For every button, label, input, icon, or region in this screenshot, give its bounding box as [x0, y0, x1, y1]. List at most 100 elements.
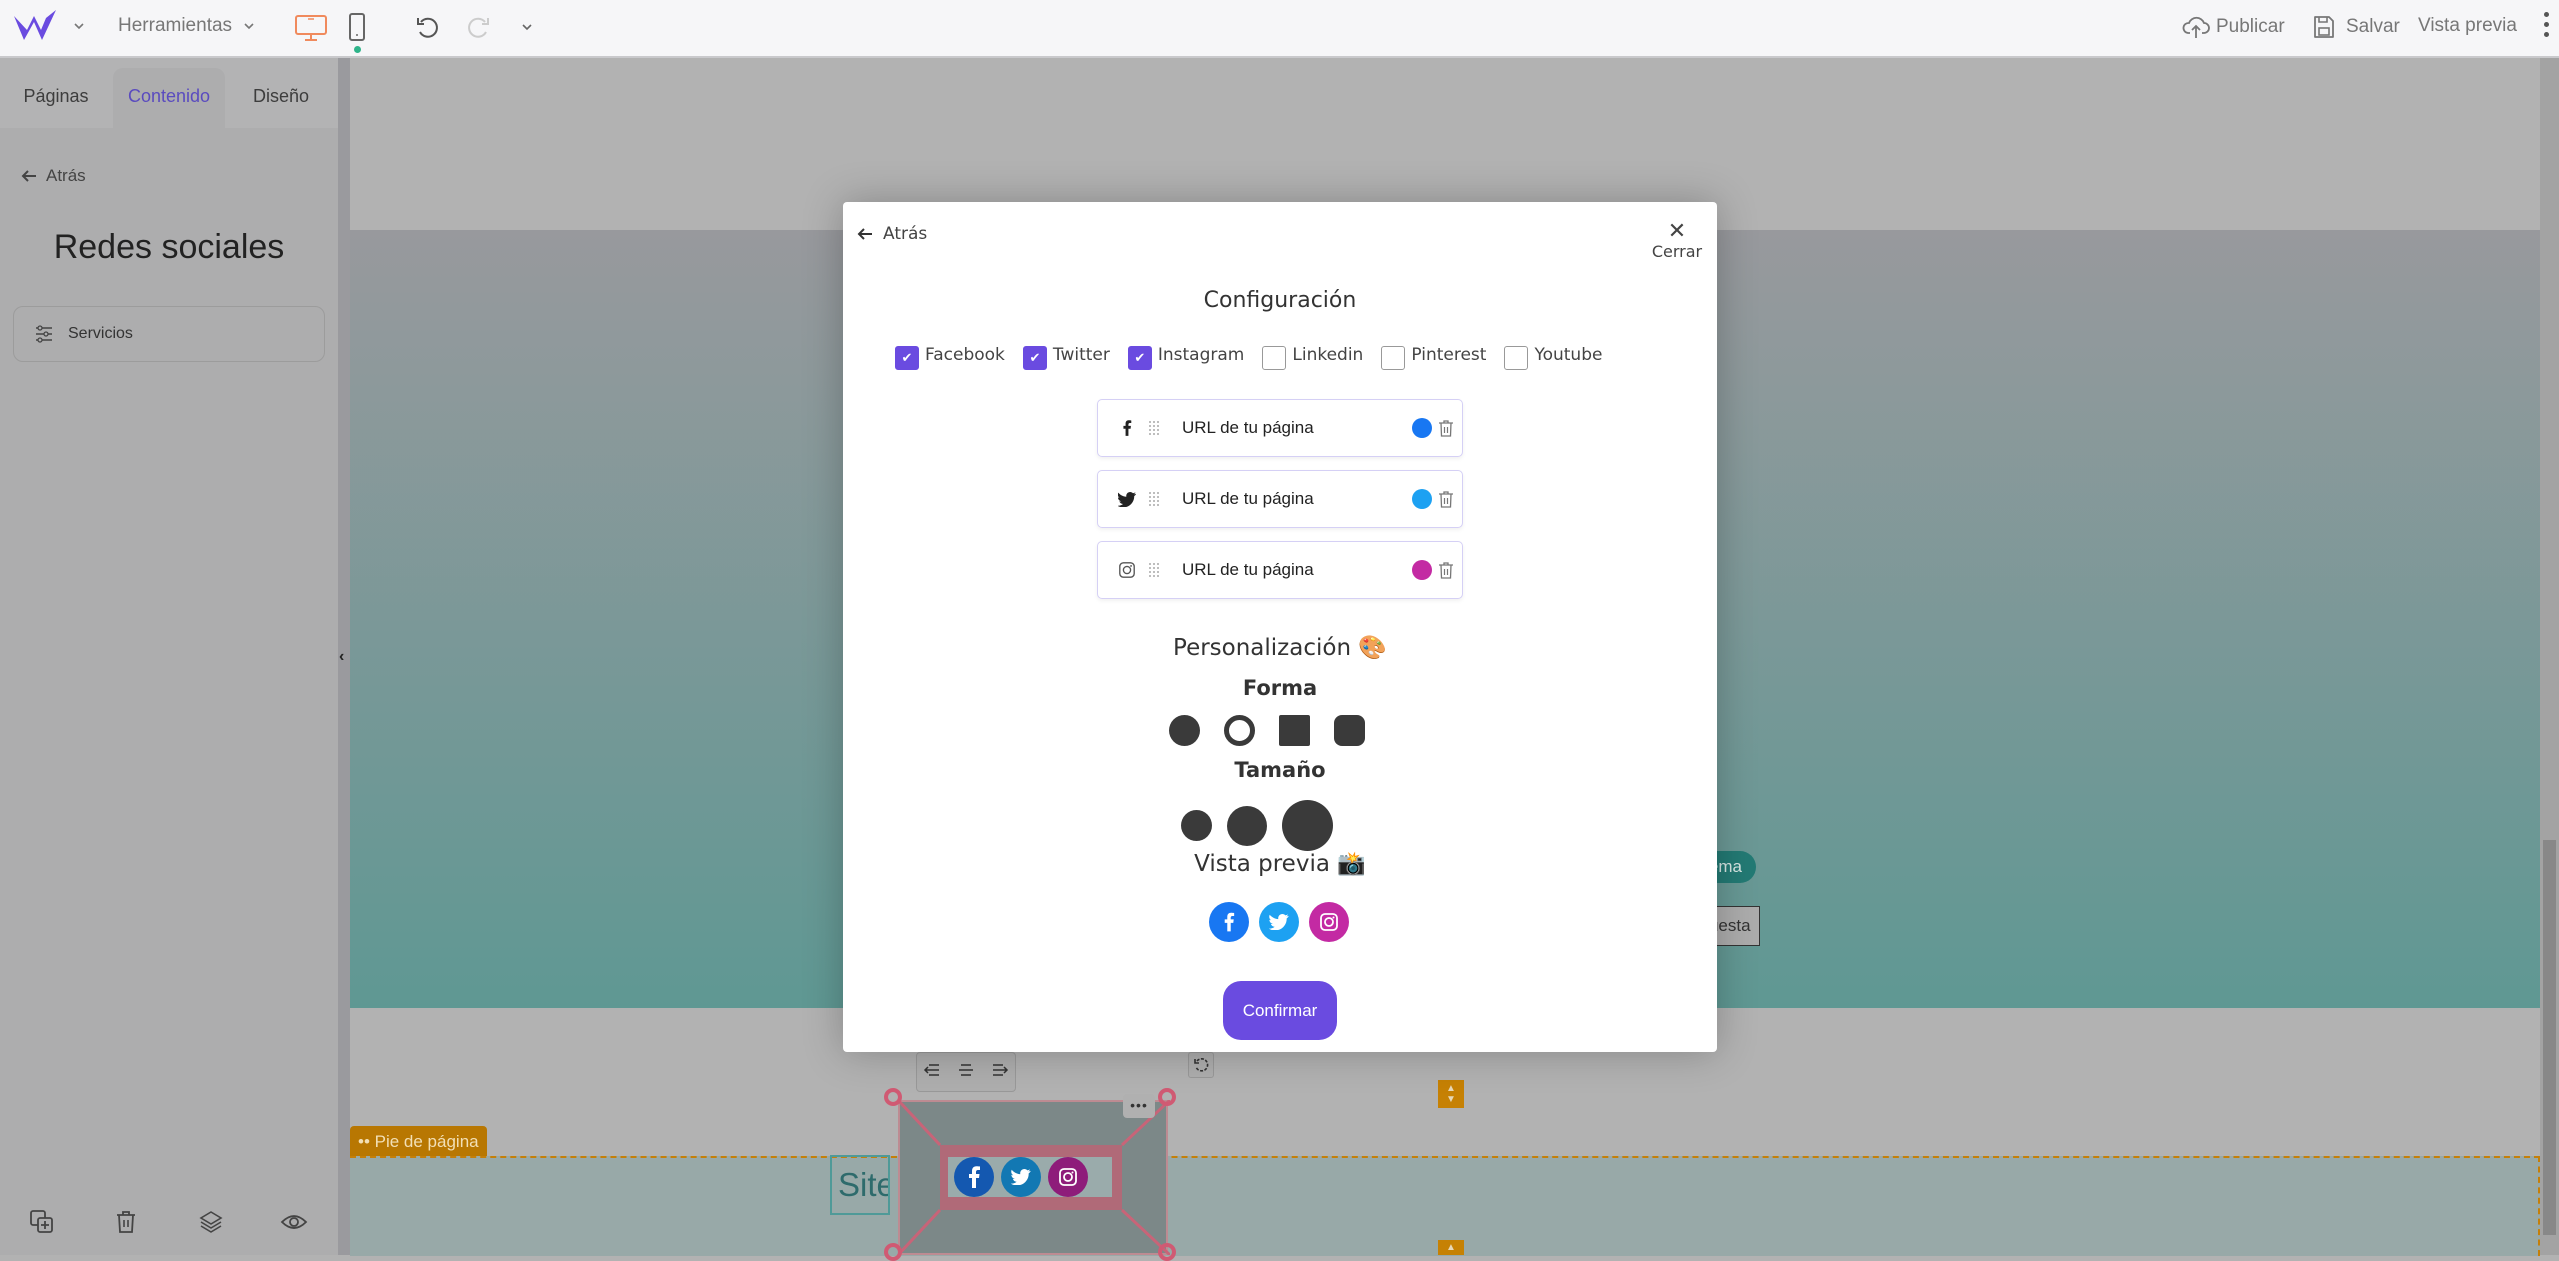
modal-back-button[interactable]: Atrás [857, 224, 927, 244]
redo-icon [468, 17, 489, 38]
shape-rounded-square[interactable] [1334, 715, 1365, 746]
panel-back-label: Atrás [46, 166, 86, 185]
chevron-down-icon [522, 24, 532, 31]
section-resize-handle[interactable]: ▲ ▼ [1438, 1080, 1464, 1108]
collapse-panel-icon[interactable]: ‹ [339, 648, 344, 666]
chevron-down-icon [74, 23, 84, 30]
checkbox-twitter[interactable]: ✔ Twitter [1022, 340, 1110, 370]
twitter-icon [1259, 902, 1299, 942]
drag-handle-icon[interactable] [1144, 562, 1164, 578]
delete-instagram-button[interactable] [1438, 561, 1454, 579]
social-widget-icons[interactable] [948, 1157, 1112, 1197]
size-large[interactable] [1282, 800, 1333, 851]
footer-site-text[interactable]: SiteW [830, 1155, 890, 1215]
url-row-facebook [1097, 399, 1463, 457]
checkbox-label: Pinterest [1411, 345, 1487, 365]
preview-label: Vista previa [2418, 15, 2517, 36]
desktop-icon [295, 15, 327, 41]
chevron-down-icon [244, 23, 254, 30]
align-center-icon[interactable] [956, 1062, 976, 1083]
confirm-button[interactable]: Confirmar [1223, 981, 1337, 1040]
trash-icon [117, 1211, 135, 1233]
network-checkboxes: ✔ Facebook ✔ Twitter ✔ Instagram Linkedin P… [895, 340, 1620, 370]
section-move-handle[interactable]: ▲ [1438, 1240, 1464, 1255]
size-title: Tamaño [1234, 758, 1326, 782]
checkbox-linkedin[interactable]: Linkedin [1262, 340, 1363, 370]
scrollbar-thumb[interactable] [2543, 840, 2556, 1235]
mobile-view-button[interactable] [348, 12, 366, 53]
shape-circle-filled[interactable] [1169, 715, 1200, 746]
publish-label: Publicar [2216, 16, 2285, 37]
checkbox-label: Linkedin [1292, 345, 1364, 365]
mobile-icon [349, 13, 365, 41]
social-networks-modal: Atrás ✕ Cerrar Configuración ✔ Facebook ✔… [843, 202, 1717, 1052]
modal-close-button[interactable]: ✕ Cerrar [1649, 221, 1705, 262]
resize-handle-top-left[interactable] [884, 1088, 902, 1106]
duplicate-button[interactable] [25, 1205, 59, 1239]
trash-icon [1439, 562, 1453, 579]
twitter-color-picker[interactable] [1412, 489, 1432, 509]
checkbox-pinterest[interactable]: Pinterest [1381, 340, 1486, 370]
visibility-button[interactable] [277, 1205, 311, 1239]
checkbox-checked-icon: ✔ [1022, 346, 1047, 370]
preview-button[interactable]: Vista previa [2418, 15, 2517, 37]
duplicate-icon [30, 1210, 53, 1233]
tab-content[interactable]: Contenido [113, 68, 225, 128]
canvas-scrollbar[interactable] [2540, 58, 2559, 1255]
size-small[interactable] [1181, 810, 1212, 841]
drag-handle-icon[interactable] [1144, 420, 1164, 436]
services-button[interactable]: Servicios [13, 306, 325, 362]
mobile-active-dot [353, 46, 361, 53]
size-medium[interactable] [1227, 805, 1267, 846]
logo-menu[interactable] [12, 8, 86, 44]
eye-icon [280, 1215, 308, 1229]
delete-twitter-button[interactable] [1438, 490, 1454, 508]
shape-circle-outline[interactable] [1224, 715, 1255, 746]
redo-button[interactable] [464, 14, 492, 42]
tab-pages[interactable]: Páginas [12, 68, 100, 128]
publish-button[interactable]: Publicar [2182, 14, 2285, 40]
layers-button[interactable] [194, 1205, 228, 1239]
facebook-icon [1110, 419, 1144, 437]
undo-button[interactable] [414, 14, 442, 42]
shape-options [1169, 715, 1365, 746]
twitter-url-input[interactable] [1182, 489, 1402, 509]
footer-section-tag[interactable]: •• Pie de página [350, 1126, 487, 1158]
arrow-left-icon [21, 170, 36, 182]
url-row-instagram [1097, 541, 1463, 599]
panel-back-link[interactable]: Atrás [20, 166, 86, 186]
resize-handle-bottom-left[interactable] [884, 1243, 902, 1261]
delete-facebook-button[interactable] [1438, 419, 1454, 437]
instagram-color-picker[interactable] [1412, 560, 1432, 580]
twitter-icon [1110, 491, 1144, 507]
config-title: Configuración [1203, 288, 1357, 313]
facebook-url-input[interactable] [1182, 418, 1402, 438]
panel-bottom-tools [0, 1195, 338, 1255]
reset-button[interactable] [1188, 1052, 1214, 1078]
resize-handle-bottom-right[interactable] [1158, 1243, 1176, 1261]
save-button[interactable]: Salvar [2312, 14, 2400, 40]
more-options-button[interactable] [2544, 12, 2549, 37]
history-menu-button[interactable] [520, 20, 534, 34]
drag-handle-icon[interactable] [1144, 491, 1164, 507]
modal-close-label: Cerrar [1651, 242, 1703, 261]
tab-design[interactable]: Diseño [240, 68, 322, 128]
align-left-icon[interactable] [923, 1062, 943, 1083]
sliders-icon [36, 325, 52, 343]
tools-menu[interactable]: Herramientas [118, 15, 256, 37]
twitter-icon [1001, 1157, 1041, 1197]
checkbox-instagram[interactable]: ✔ Instagram [1127, 340, 1244, 370]
desktop-view-button[interactable] [294, 14, 328, 42]
checkbox-facebook[interactable]: ✔ Facebook [895, 340, 1005, 370]
delete-button[interactable] [109, 1205, 143, 1239]
shape-square[interactable] [1279, 715, 1310, 746]
resize-handle-top-right[interactable] [1158, 1088, 1176, 1106]
checkbox-youtube[interactable]: Youtube [1504, 340, 1602, 370]
instagram-icon [1110, 561, 1144, 579]
instagram-url-input[interactable] [1182, 560, 1402, 580]
checkbox-label: Facebook [925, 345, 1005, 365]
element-options-button[interactable]: ••• [1123, 1094, 1155, 1118]
align-right-icon[interactable] [989, 1062, 1009, 1083]
instagram-icon [1048, 1157, 1088, 1197]
facebook-color-picker[interactable] [1412, 418, 1432, 438]
